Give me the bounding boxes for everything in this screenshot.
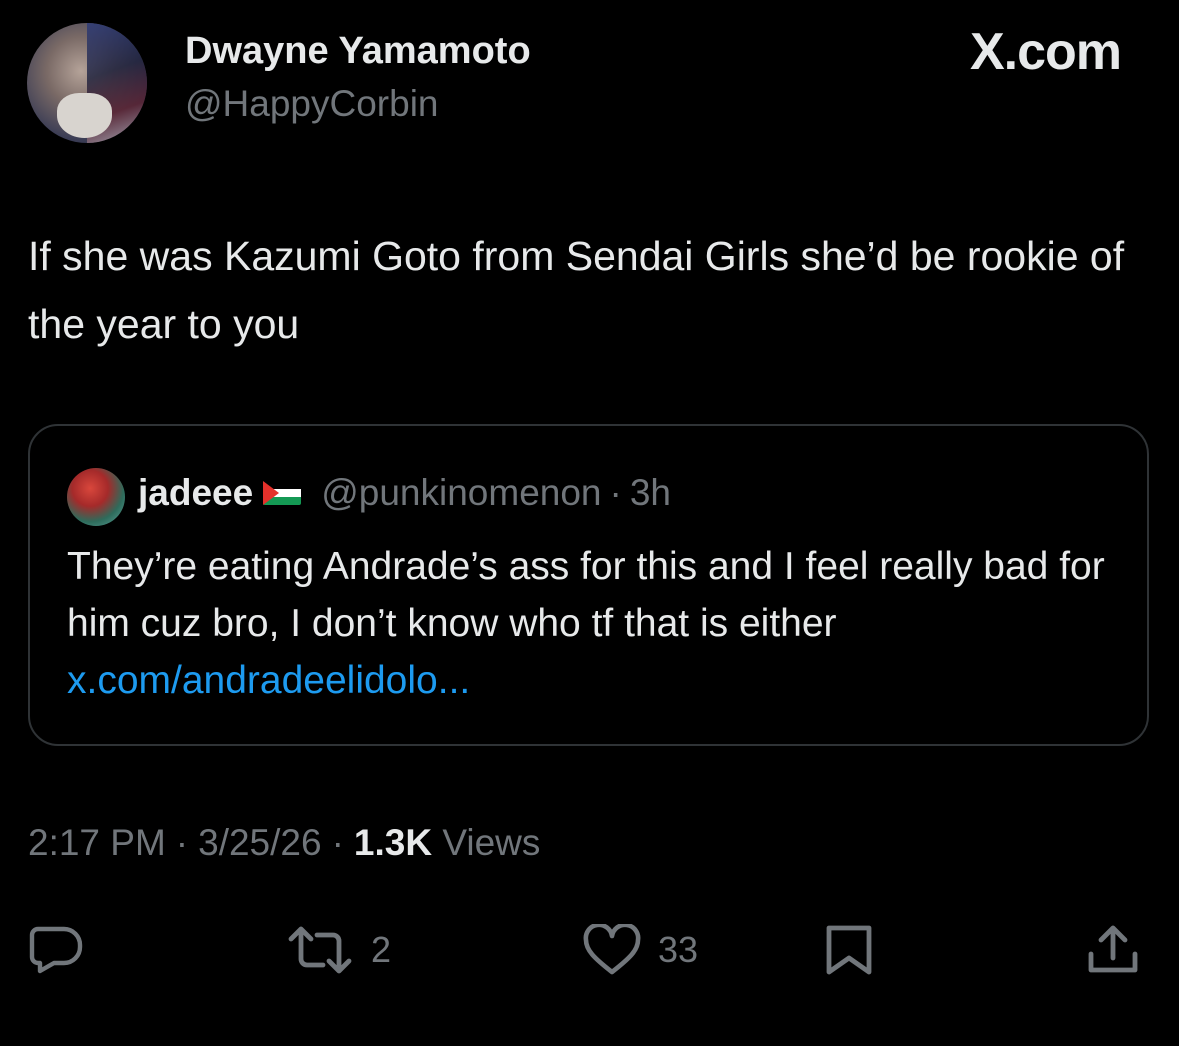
quoted-author-display-name[interactable]: jadeee bbox=[138, 472, 253, 514]
repost-button[interactable]: 2 bbox=[285, 920, 391, 980]
reply-icon bbox=[29, 926, 83, 974]
quoted-tweet[interactable]: jadeee @punkinomenon · 3h They’re eating… bbox=[28, 424, 1149, 746]
action-bar: 2 33 bbox=[0, 920, 1179, 980]
meta-separator: · bbox=[331, 822, 344, 863]
author-avatar[interactable] bbox=[27, 23, 147, 143]
palestine-flag-icon bbox=[263, 481, 302, 505]
quoted-tweet-link[interactable]: x.com/andradeelidolo... bbox=[67, 659, 470, 702]
quoted-author-avatar[interactable] bbox=[67, 468, 125, 526]
quoted-author-handle[interactable]: @punkinomenon bbox=[321, 472, 601, 514]
quoted-tweet-text: They’re eating Andrade’s ass for this an… bbox=[67, 538, 1127, 709]
views-count: 1.3K bbox=[353, 822, 433, 863]
repost-count: 2 bbox=[371, 929, 392, 970]
author-handle[interactable]: @HappyCorbin bbox=[185, 83, 439, 125]
quoted-tweet-header: jadeee @punkinomenon · 3h bbox=[138, 472, 671, 514]
repost-icon bbox=[288, 926, 352, 974]
quoted-separator: · bbox=[609, 472, 622, 513]
tweet-meta: 2:17 PM · 3/25/26 · 1.3K Views bbox=[28, 822, 540, 864]
tweet-time[interactable]: 2:17 PM bbox=[28, 822, 166, 863]
tweet-date[interactable]: 3/25/26 bbox=[198, 822, 321, 863]
quoted-timestamp[interactable]: 3h bbox=[630, 472, 671, 514]
tweet-text: If she was Kazumi Goto from Sendai Girls… bbox=[28, 233, 1125, 347]
meta-separator: · bbox=[175, 822, 189, 863]
share-button[interactable] bbox=[1085, 920, 1141, 980]
bookmark-button[interactable] bbox=[823, 920, 875, 980]
quoted-tweet-body: They’re eating Andrade’s ass for this an… bbox=[67, 545, 1105, 645]
reply-button[interactable] bbox=[28, 920, 84, 980]
like-button[interactable]: 33 bbox=[582, 920, 698, 980]
share-icon bbox=[1088, 925, 1138, 973]
avatar-beard bbox=[57, 93, 112, 138]
brand-wordmark: X.com bbox=[969, 23, 1122, 81]
heart-icon bbox=[583, 924, 641, 975]
views-label: Views bbox=[442, 822, 541, 863]
author-display-name[interactable]: Dwayne Yamamoto bbox=[185, 30, 531, 73]
like-count: 33 bbox=[658, 929, 699, 970]
bookmark-icon bbox=[826, 925, 872, 975]
tweet: Dwayne Yamamoto @HappyCorbin X.com If sh… bbox=[0, 0, 1179, 1046]
